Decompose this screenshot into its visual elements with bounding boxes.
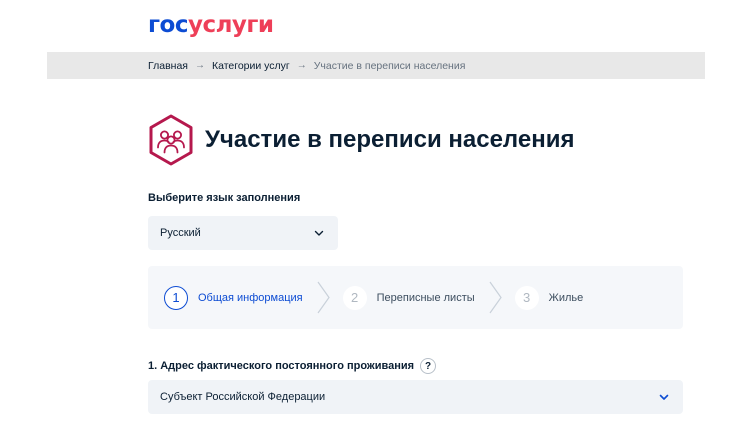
breadcrumb: Главная → Категории услуг → Участие в пе…	[47, 52, 705, 79]
form-stepper: 1 Общая информация 2 Переписные листы 3 …	[148, 266, 683, 329]
logo-part-uslugi: услуги	[187, 12, 274, 38]
logo-part-gos: гос	[148, 12, 188, 38]
step-number: 3	[514, 285, 539, 310]
page-header: Участие в переписи населения	[147, 110, 574, 170]
step-divider-chevron-icon	[489, 281, 502, 314]
step-label: Общая информация	[198, 291, 303, 304]
language-label: Выберите язык заполнения	[148, 192, 301, 204]
breadcrumb-current: Участие в переписи населения	[313, 59, 466, 72]
breadcrumb-arrow-icon: →	[296, 60, 307, 71]
federation-subject-select-value: Субъект Российской Федерации	[160, 391, 326, 403]
step-label: Переписные листы	[376, 291, 475, 304]
gosuslugi-logo[interactable]: госуслуги	[148, 11, 274, 39]
language-select-value: Русский	[160, 227, 201, 239]
breadcrumb-home-link[interactable]: Главная	[148, 60, 188, 72]
step-number: 1	[164, 285, 188, 310]
page-title: Участие в переписи населения	[205, 126, 575, 154]
census-people-hexagon-icon	[149, 114, 193, 166]
help-question-icon[interactable]: ?	[420, 358, 437, 374]
step-number: 2	[342, 285, 367, 310]
step-general-info[interactable]: 1 Общая информация	[164, 266, 303, 329]
step-label: Жилье	[548, 291, 584, 304]
language-select[interactable]: Русский	[148, 216, 338, 250]
address-label-text: 1. Адрес фактического постоянного прожив…	[148, 360, 415, 372]
chevron-down-icon	[314, 230, 324, 236]
breadcrumb-categories-link[interactable]: Категории услуг	[212, 60, 290, 72]
step-housing[interactable]: 3 Жилье	[514, 266, 584, 329]
step-divider-chevron-icon	[317, 281, 330, 314]
step-census-sheets[interactable]: 2 Переписные листы	[342, 266, 475, 329]
address-section-label: 1. Адрес фактического постоянного прожив…	[148, 358, 437, 374]
chevron-down-icon	[659, 394, 669, 400]
breadcrumb-arrow-icon: →	[194, 60, 205, 71]
federation-subject-select[interactable]: Субъект Российской Федерации	[148, 380, 683, 414]
page: госуслуги Главная → Категории услуг → Уч…	[0, 0, 750, 423]
